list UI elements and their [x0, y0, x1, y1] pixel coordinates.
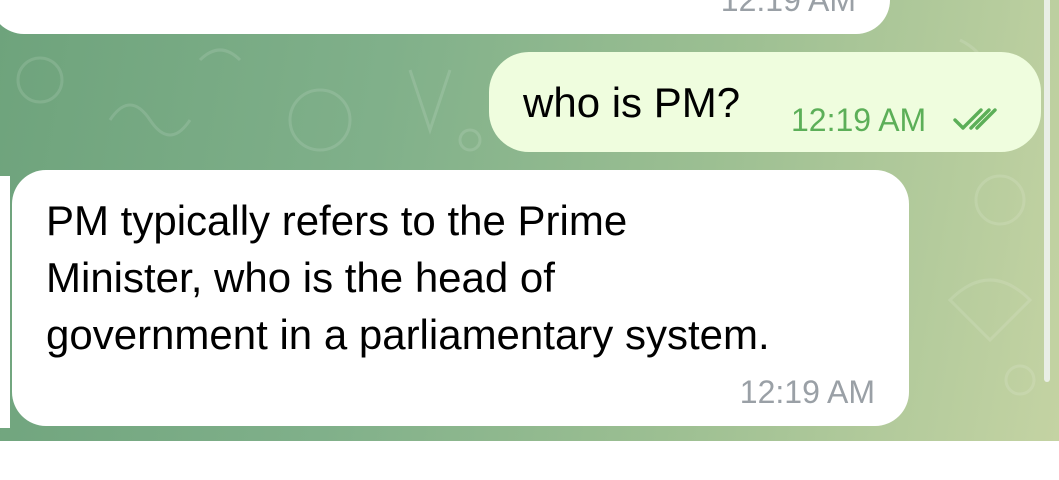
outgoing-message-time: 12:19 AM — [791, 102, 927, 138]
previous-message-bubble[interactable]: 12:19 AM — [0, 0, 890, 34]
outgoing-message-text: who is PM? — [523, 79, 741, 126]
previous-message-time: 12:19 AM — [720, 0, 856, 18]
outgoing-message-bubble[interactable]: who is PM? 12:19 AM — [489, 52, 1041, 152]
incoming-message-line: PM typically refers to the Prime — [46, 197, 628, 244]
incoming-message-bubble[interactable]: PM typically refers to the Prime Ministe… — [12, 170, 909, 426]
scrollbar[interactable] — [1044, 0, 1050, 382]
incoming-message-line: government in a parliamentary system. — [46, 311, 770, 358]
double-check-read-icon — [953, 108, 997, 130]
left-panel-edge — [0, 176, 10, 428]
incoming-message-time: 12:19 AM — [739, 374, 875, 410]
bottom-area — [0, 441, 1059, 480]
incoming-message-line: Minister, who is the head of — [46, 254, 555, 301]
chat-background: 12:19 AM who is PM? 12:19 AM PM typicall… — [0, 0, 1059, 441]
